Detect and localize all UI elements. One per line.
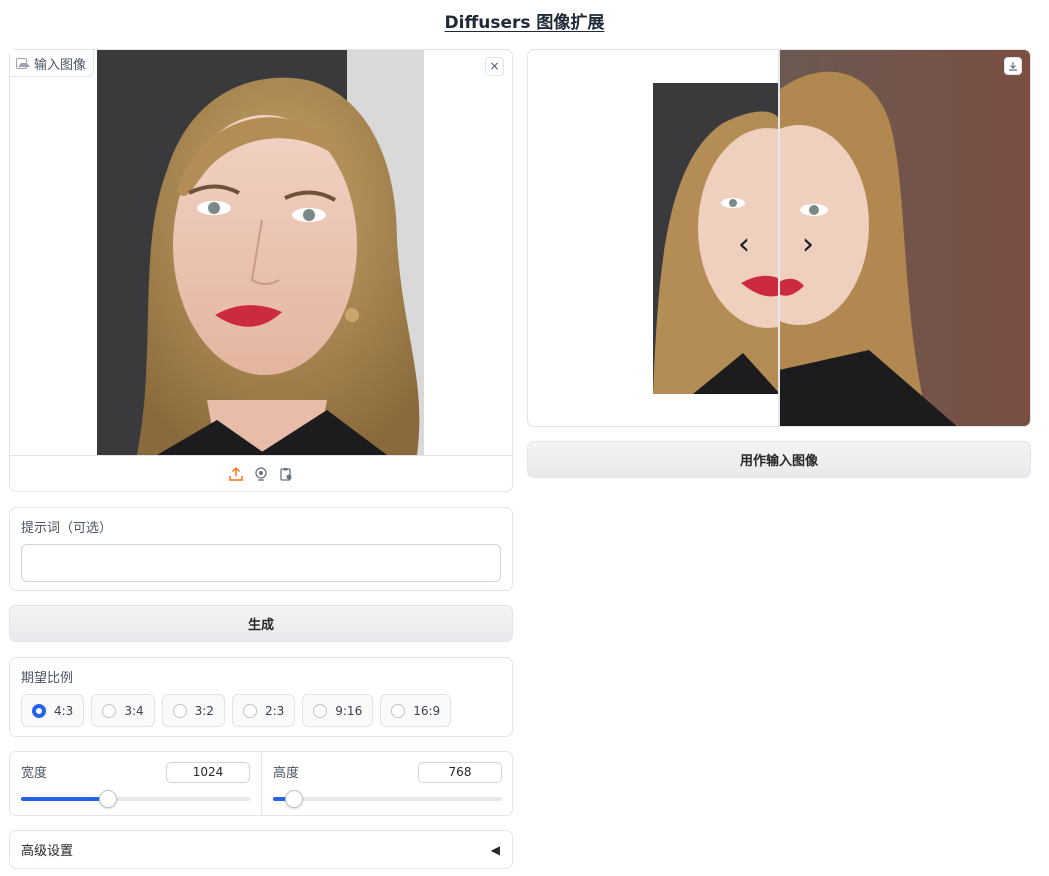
use-as-input-button[interactable]: 用作输入图像	[527, 441, 1031, 478]
width-control: 宽度 1024	[10, 752, 261, 815]
radio-dot	[102, 703, 117, 718]
radio-dot	[391, 703, 406, 718]
ratio-option-3-4[interactable]: 3:4	[91, 694, 155, 727]
radio-dot	[242, 703, 257, 718]
advanced-settings-label: 高级设置	[21, 844, 74, 859]
prompt-input[interactable]	[21, 544, 501, 582]
radio-dot	[32, 703, 46, 718]
width-label: 宽度	[21, 766, 48, 781]
ratio-option-2-3[interactable]: 2:3	[231, 694, 296, 727]
expanded-image	[779, 50, 1030, 426]
radio-dot	[172, 703, 187, 718]
ratio-radio-group: 4:3 3:4 3:2 2:3 9:16 16:9	[21, 694, 452, 727]
clipboard-icon[interactable]	[278, 465, 295, 482]
ratio-option-4-3[interactable]: 4:3	[21, 694, 85, 727]
height-control: 高度 768	[261, 752, 512, 815]
height-input[interactable]: 768	[418, 762, 502, 783]
image-icon	[16, 57, 30, 69]
collapse-triangle-icon[interactable]: ◀	[491, 843, 500, 857]
width-slider-fill	[21, 797, 109, 801]
height-slider-thumb[interactable]	[284, 790, 303, 808]
upload-icon[interactable]	[228, 465, 245, 482]
page-title: Diffusers 图像扩展	[444, 13, 605, 33]
output-image-slider[interactable]: ‹ ›	[527, 49, 1031, 427]
original-image	[653, 83, 780, 394]
download-icon[interactable]	[1004, 57, 1022, 75]
clear-image-button[interactable]: ×	[485, 57, 504, 76]
ratio-option-9-16[interactable]: 9:16	[302, 694, 374, 727]
advanced-settings-accordion[interactable]: 高级设置 ◀	[9, 830, 513, 869]
ratio-option-16-9[interactable]: 16:9	[380, 694, 452, 727]
ratio-option-3-2[interactable]: 3:2	[161, 694, 225, 727]
prompt-label: 提示词（可选）	[21, 521, 113, 536]
webcam-icon[interactable]	[253, 465, 270, 482]
input-photo	[97, 50, 424, 455]
chevron-right-icon[interactable]: ›	[802, 227, 814, 262]
size-block: 宽度 1024 高度 768	[9, 751, 513, 816]
input-image-label: 输入图像	[10, 50, 95, 77]
generate-button[interactable]: 生成	[9, 605, 513, 642]
height-slider[interactable]	[273, 790, 502, 808]
width-slider-thumb[interactable]	[99, 790, 118, 808]
chevron-left-icon[interactable]: ‹	[738, 227, 750, 262]
radio-dot	[313, 703, 328, 718]
height-label: 高度	[273, 766, 300, 781]
input-image-panel[interactable]: 输入图像 ×	[9, 49, 513, 492]
width-slider[interactable]	[21, 790, 250, 808]
prompt-block: 提示词（可选）	[9, 507, 513, 591]
width-input[interactable]: 1024	[166, 762, 250, 783]
image-source-toolbar	[10, 455, 512, 491]
ratio-label: 期望比例	[21, 671, 74, 686]
ratio-block: 期望比例 4:3 3:4 3:2 2:3 9:16 16:9	[9, 657, 513, 737]
slider-divider[interactable]	[778, 50, 780, 426]
